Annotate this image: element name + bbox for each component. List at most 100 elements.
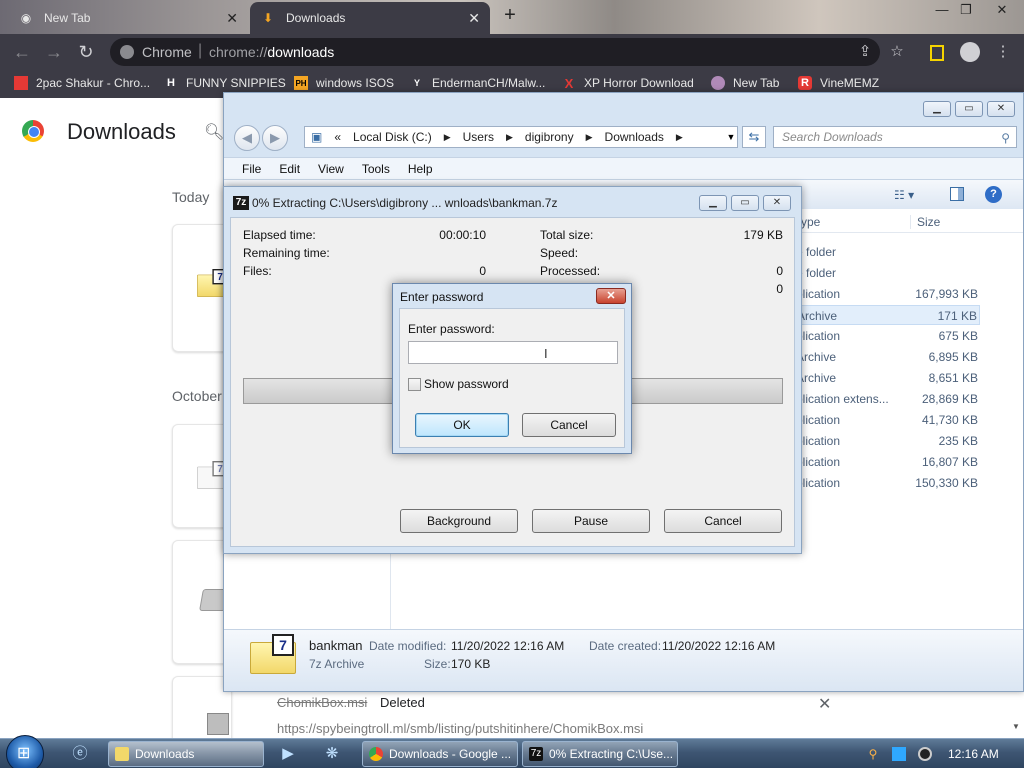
remove-icon[interactable]: ✕: [818, 694, 831, 714]
breadcrumb-local-disk[interactable]: Local Disk (C:): [353, 130, 432, 144]
tab-downloads[interactable]: ⬇ Downloads ✕: [250, 2, 490, 34]
internet-explorer-icon[interactable]: ⓔ: [60, 742, 100, 766]
minimize-button[interactable]: ▁: [699, 195, 727, 211]
bookmark-vinememz[interactable]: R VineMEMZ: [798, 76, 879, 90]
new-tab-button[interactable]: +: [500, 5, 520, 26]
close-button[interactable]: ✕: [987, 101, 1015, 117]
files-value: 0: [479, 264, 486, 278]
volume-icon[interactable]: [918, 747, 932, 761]
file-row[interactable]: plication 16,807 KB: [796, 452, 980, 472]
explorer-address-bar[interactable]: ▣ « Local Disk (C:) ▶ Users ▶ digibrony …: [304, 126, 738, 148]
menu-view[interactable]: View: [318, 162, 344, 176]
reload-icon[interactable]: ↻: [76, 42, 96, 62]
search-input[interactable]: Search Downloads ⚲: [773, 126, 1017, 148]
star-icon[interactable]: ☆: [888, 43, 906, 61]
file-row-selected[interactable]: Archive 171 KB: [796, 305, 980, 325]
back-icon[interactable]: ←: [12, 42, 32, 62]
file-row[interactable]: plication 41,730 KB: [796, 410, 980, 430]
cancel-button[interactable]: Cancel: [664, 509, 782, 533]
breadcrumb-users[interactable]: Users: [463, 130, 494, 144]
side-panel-icon[interactable]: [930, 45, 944, 61]
bookmark-xp-horror[interactable]: X XP Horror Download: [562, 76, 694, 91]
section-today: Today: [172, 189, 210, 205]
cancel-button[interactable]: Cancel: [522, 413, 616, 437]
chrome-tab-strip: ◉ New Tab ✕ ⬇ Downloads ✕ + — ❐ ✕: [0, 0, 1024, 34]
views-icon[interactable]: ☷ ▾: [894, 188, 914, 202]
menu-file[interactable]: File: [242, 162, 261, 176]
close-icon[interactable]: ✕: [468, 10, 480, 27]
tray-icon[interactable]: ⚲: [866, 747, 880, 761]
profile-avatar[interactable]: [960, 42, 980, 62]
file-row[interactable]: e folder: [796, 263, 980, 283]
search-icon[interactable]: 🔍︎: [204, 122, 224, 142]
deleted-file-name[interactable]: ChomikBox.msi: [277, 695, 367, 710]
ok-button[interactable]: OK: [415, 413, 509, 437]
column-type[interactable]: ype: [801, 215, 820, 229]
breadcrumb-arrow-icon[interactable]: ▶: [586, 132, 593, 143]
show-password-checkbox[interactable]: [408, 378, 421, 391]
bookmark-funny-snippies[interactable]: H FUNNY SNIPPIES: [164, 76, 286, 90]
share-icon[interactable]: ⇪: [856, 43, 874, 61]
pause-button[interactable]: Pause: [532, 509, 650, 533]
menu-kebab-icon[interactable]: ⋮: [994, 43, 1012, 61]
close-window-icon[interactable]: ✕: [990, 2, 1014, 18]
bookmark-windows-isos[interactable]: PH windows ISOS: [294, 76, 394, 90]
file-row[interactable]: Archive 6,895 KB: [796, 347, 980, 367]
close-button[interactable]: ✕: [763, 195, 791, 211]
breadcrumb-downloads[interactable]: Downloads: [605, 130, 664, 144]
maximize-button[interactable]: ▭: [731, 195, 759, 211]
file-row[interactable]: plication 235 KB: [796, 431, 980, 451]
refresh-icon[interactable]: ⇆: [742, 126, 766, 148]
file-row[interactable]: plication 167,993 KB: [796, 284, 980, 304]
bookmark-2pac[interactable]: 2pac Shakur - Chro...: [14, 76, 150, 90]
app-icon[interactable]: ❋: [312, 742, 352, 766]
page-title: Downloads: [67, 119, 176, 144]
breadcrumb-overflow[interactable]: «: [334, 130, 341, 144]
close-icon[interactable]: ✕: [226, 10, 238, 27]
7z-archive-icon: 7: [250, 634, 296, 674]
password-input[interactable]: I: [408, 341, 618, 364]
minimize-icon[interactable]: —: [930, 2, 954, 18]
close-button[interactable]: ✕: [596, 288, 626, 304]
taskbar-chrome[interactable]: Downloads - Google ...: [362, 741, 518, 767]
address-bar[interactable]: Chrome | chrome://downloads: [110, 38, 880, 66]
breadcrumb-arrow-icon[interactable]: ▶: [506, 132, 513, 143]
file-row[interactable]: plication 150,330 KB: [796, 473, 980, 493]
menu-tools[interactable]: Tools: [362, 162, 390, 176]
taskbar-explorer[interactable]: Downloads: [108, 741, 264, 767]
back-icon[interactable]: ◀: [234, 125, 260, 151]
menu-edit[interactable]: Edit: [279, 162, 300, 176]
network-icon[interactable]: [892, 747, 906, 761]
scroll-down-icon[interactable]: ▼: [1012, 722, 1020, 731]
restore-icon[interactable]: ❐: [954, 2, 978, 18]
file-row[interactable]: e folder: [796, 242, 980, 262]
maximize-button[interactable]: ▭: [955, 101, 983, 117]
menu-help[interactable]: Help: [408, 162, 433, 176]
address-dropdown-icon[interactable]: ▼: [724, 126, 738, 148]
background-button[interactable]: Background: [400, 509, 518, 533]
forward-icon[interactable]: ▶: [262, 125, 288, 151]
search-icon[interactable]: ⚲: [1001, 128, 1010, 148]
bookmark-new-tab[interactable]: New Tab: [711, 76, 779, 90]
taskbar-7zip[interactable]: 7z 0% Extracting C:\Use...: [522, 741, 678, 767]
minimize-button[interactable]: ▁: [923, 101, 951, 117]
start-button[interactable]: [6, 735, 44, 768]
forward-icon[interactable]: →: [44, 42, 64, 62]
detail-modified: 11/20/2022 12:16 AM: [451, 639, 565, 653]
help-icon[interactable]: ?: [985, 186, 1002, 203]
file-row[interactable]: plication 675 KB: [796, 326, 980, 346]
download-url[interactable]: https://spybeingtroll.ml/smb/listing/put…: [277, 721, 643, 736]
bookmark-endermanch[interactable]: Y EndermanCH/Malw...: [410, 76, 545, 90]
file-row[interactable]: plication extens... 28,869 KB: [796, 389, 980, 409]
file-row[interactable]: Archive 8,651 KB: [796, 368, 980, 388]
clock[interactable]: 12:16 AM: [948, 747, 999, 761]
show-password-label[interactable]: Show password: [424, 377, 509, 391]
column-size[interactable]: Size: [910, 215, 940, 229]
breadcrumb-arrow-icon[interactable]: ▶: [676, 132, 683, 143]
breadcrumb-arrow-icon[interactable]: ▶: [444, 132, 451, 143]
preview-pane-icon[interactable]: [950, 187, 964, 201]
tab-new-tab[interactable]: ◉ New Tab ✕: [8, 2, 248, 34]
detail-created-label: Date created:: [589, 639, 662, 653]
breadcrumb-digibrony[interactable]: digibrony: [525, 130, 574, 144]
media-player-icon[interactable]: ▶: [268, 742, 308, 766]
